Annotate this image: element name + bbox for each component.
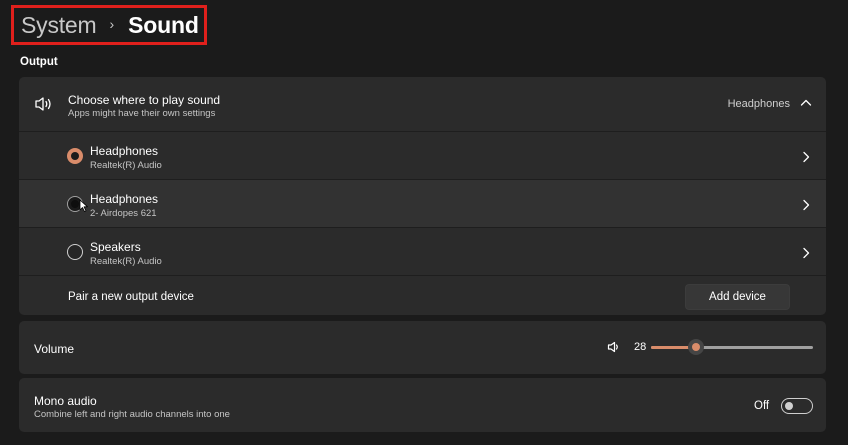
page-title: Sound [128, 11, 199, 38]
speaker-icon [35, 97, 51, 111]
chevron-right-icon[interactable] [802, 199, 810, 211]
device-driver: Realtek(R) Audio [90, 256, 162, 267]
volume-label: Volume [34, 342, 75, 356]
volume-card: Volume 28 [19, 321, 826, 374]
mouse-cursor-icon [79, 199, 88, 212]
output-card: Choose where to play sound Apps might ha… [19, 77, 826, 315]
volume-icon[interactable] [607, 340, 621, 354]
output-device-speakers[interactable]: Speakers Realtek(R) Audio [19, 227, 826, 275]
output-chooser-subtitle: Apps might have their own settings [68, 108, 216, 119]
output-device-radio-selected[interactable] [67, 148, 83, 164]
chevron-right-icon[interactable] [802, 151, 810, 163]
chevron-up-icon[interactable] [800, 98, 812, 108]
mono-audio-title: Mono audio [34, 394, 97, 408]
device-name: Headphones [90, 192, 159, 206]
device-name: Headphones [90, 144, 159, 158]
device-driver: 2- Airdopes 621 [90, 208, 157, 219]
breadcrumb: System › Sound [11, 5, 207, 45]
output-device-radio[interactable] [67, 244, 83, 260]
mono-audio-toggle[interactable] [781, 398, 813, 414]
volume-slider[interactable] [651, 339, 813, 355]
device-name: Speakers [90, 240, 141, 254]
output-section-label: Output [20, 56, 58, 68]
mono-audio-subtitle: Combine left and right audio channels in… [34, 409, 230, 420]
output-device-headphones-realtek[interactable]: Headphones Realtek(R) Audio [19, 131, 826, 179]
chevron-right-icon[interactable] [802, 247, 810, 259]
breadcrumb-system-link[interactable]: System [21, 12, 97, 39]
output-device-chooser-header[interactable]: Choose where to play sound Apps might ha… [19, 77, 826, 131]
pair-output-device-label: Pair a new output device [68, 291, 194, 303]
volume-slider-thumb[interactable] [688, 339, 704, 355]
mono-audio-state-label: Off [754, 400, 770, 412]
output-chooser-title: Choose where to play sound [68, 93, 221, 107]
device-driver: Realtek(R) Audio [90, 160, 162, 171]
add-device-button[interactable]: Add device [685, 284, 790, 310]
selected-output-value: Headphones [727, 98, 790, 110]
volume-value: 28 [634, 341, 647, 353]
mono-audio-card: Mono audio Combine left and right audio … [19, 378, 826, 432]
breadcrumb-separator: › [109, 16, 115, 32]
toggle-knob [785, 402, 793, 410]
pair-output-device-row: Pair a new output device Add device [19, 275, 826, 315]
output-device-headphones-airdopes[interactable]: Headphones 2- Airdopes 621 [19, 179, 826, 227]
